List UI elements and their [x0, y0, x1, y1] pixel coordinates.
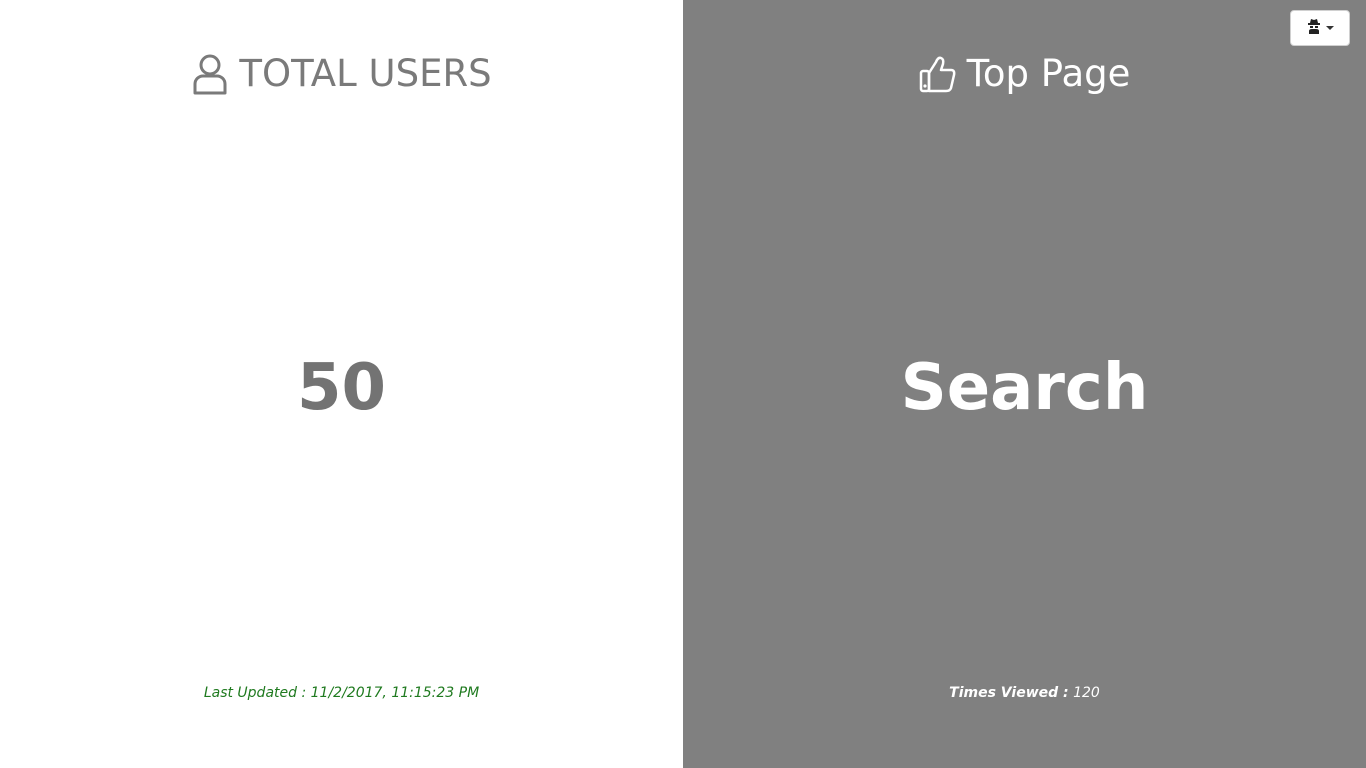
caret-down-icon	[1325, 26, 1334, 30]
top-page-title-text: Top Page	[966, 52, 1131, 95]
last-updated-text: Last Updated : 11/2/2017, 11:15:23 PM	[203, 685, 480, 701]
top-page-value: Search	[900, 351, 1149, 425]
total-users-value: 50	[296, 351, 387, 425]
top-page-panel: Top Page Search Times Viewed : 120	[683, 0, 1366, 768]
times-viewed: Times Viewed : 120	[683, 683, 1366, 703]
user-icon	[191, 52, 229, 96]
total-users-title-text: TOTAL USERS	[239, 52, 492, 95]
total-users-panel: TOTAL USERS 50 Last Updated : 11/2/2017,…	[0, 0, 683, 768]
total-users-title: TOTAL USERS	[0, 50, 683, 98]
user-menu-button[interactable]	[1290, 10, 1350, 46]
top-page-title: Top Page	[683, 50, 1366, 98]
dashboard: TOTAL USERS 50 Last Updated : 11/2/2017,…	[0, 0, 1366, 768]
spy-icon	[1307, 18, 1321, 38]
times-viewed-label: Times Viewed :	[949, 685, 1069, 701]
times-viewed-value: 120	[1073, 685, 1100, 701]
thumbs-up-icon	[919, 52, 957, 96]
